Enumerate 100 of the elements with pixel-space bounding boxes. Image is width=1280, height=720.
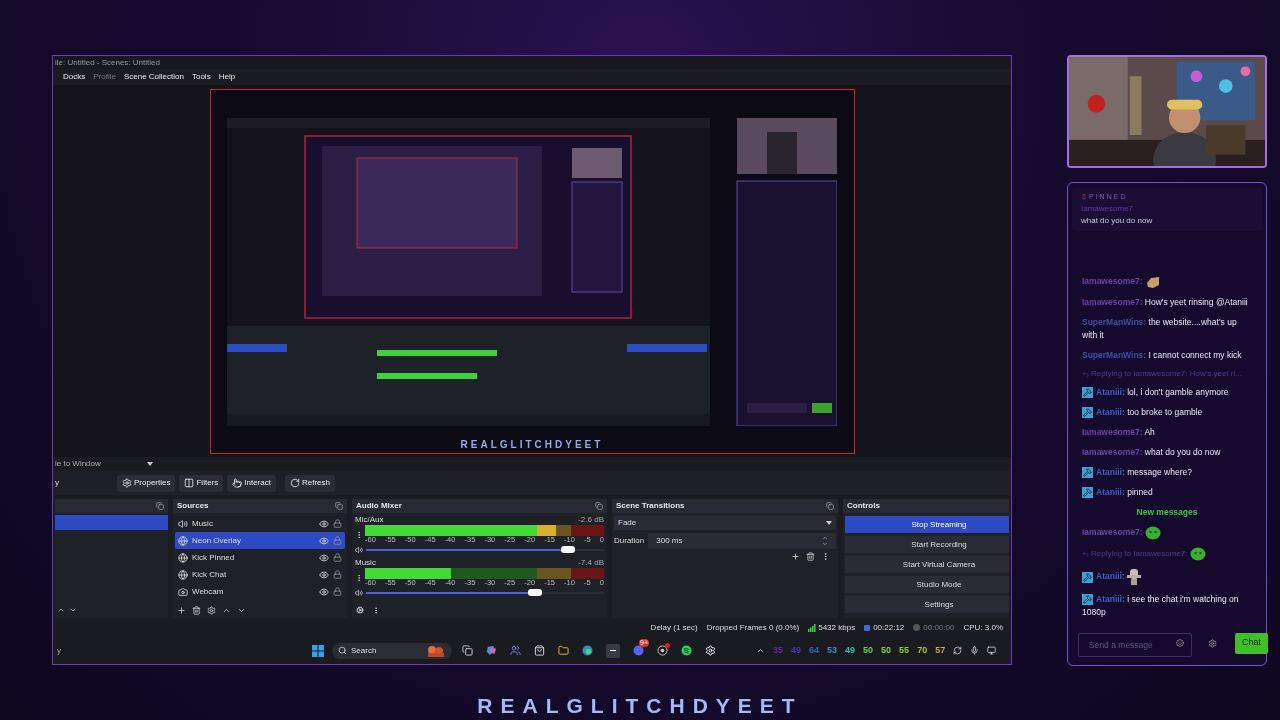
chat-message: SuperManWins: the website....what's up with it (1082, 317, 1237, 340)
scale-mode-dropdown[interactable]: le to Window (55, 458, 101, 470)
visibility-icon[interactable] (319, 586, 329, 597)
reply-line: Replying to Iamawesome7: (1091, 549, 1188, 559)
chevron-up-icon[interactable] (756, 646, 765, 655)
slider-thumb[interactable] (561, 546, 576, 553)
music-app-icon[interactable] (681, 645, 692, 656)
settings-icon (122, 478, 132, 488)
slider-thumb[interactable] (527, 589, 542, 596)
volume-slider[interactable] (366, 545, 604, 554)
toolbar-button[interactable]: Properties (117, 474, 176, 492)
tray-reading: 49 (791, 643, 802, 657)
duration-field[interactable]: 300 ms (648, 533, 836, 549)
menu-item[interactable]: Scene Collection (123, 71, 184, 83)
taskbar-search-field[interactable]: Search (332, 642, 452, 659)
chat-app-icon[interactable] (633, 645, 644, 656)
microphone-icon[interactable] (970, 646, 980, 655)
source-row[interactable]: Music (175, 515, 345, 532)
toolbar-button[interactable]: Interact (227, 474, 276, 492)
control-button[interactable]: Stop Streaming (845, 516, 1009, 533)
lock-icon[interactable] (333, 570, 342, 579)
control-button[interactable]: Start Recording (845, 536, 1009, 553)
source-row[interactable]: Webcam (175, 583, 345, 600)
taskbar-label: y (57, 644, 62, 657)
windows-logo-icon[interactable] (312, 644, 324, 657)
more-icon[interactable] (355, 529, 363, 540)
recorder-app-icon[interactable] (657, 645, 668, 656)
emote-icon (1189, 547, 1206, 561)
source-row[interactable]: Neon Overlay (175, 532, 345, 549)
chat-message: Ataniii: i see the chat i'm watching on 1080p (1082, 594, 1239, 617)
decrement-icon[interactable] (822, 541, 828, 547)
chat-send-button[interactable]: Chat (1235, 632, 1268, 654)
lock-icon[interactable] (333, 587, 342, 596)
people-icon[interactable] (510, 645, 521, 656)
trash-icon[interactable] (192, 605, 201, 615)
tray-reading: 49 (845, 643, 856, 657)
more-icon[interactable] (372, 605, 380, 615)
sync-icon[interactable] (953, 646, 963, 655)
visibility-icon[interactable] (319, 518, 329, 529)
delay-label: Delay (1 sec) (650, 621, 698, 634)
source-name: Kick Pinned (192, 551, 236, 564)
lock-icon[interactable] (333, 519, 342, 528)
source-name: Kick Chat (192, 568, 228, 581)
increment-icon[interactable] (822, 535, 828, 541)
menu-item[interactable]: Help (218, 71, 236, 83)
visibility-icon[interactable] (319, 535, 329, 546)
browser-logo-icon[interactable] (582, 645, 593, 656)
menu-item[interactable]: Tools (191, 71, 211, 83)
control-button[interactable]: Studio Mode (845, 576, 1009, 593)
chat-username: Ataniii: (1096, 571, 1125, 582)
trash-icon[interactable] (806, 552, 815, 561)
task-view-icon[interactable] (462, 645, 473, 656)
source-name: Neon Overlay (192, 534, 242, 547)
monitor-icon[interactable] (987, 646, 997, 655)
more-icon[interactable] (355, 572, 363, 583)
source-name: Webcam (192, 585, 225, 598)
channel-name: Mic/Aux (355, 514, 384, 526)
shopping-bag-icon[interactable] (534, 645, 545, 656)
source-row[interactable]: Kick Pinned (175, 549, 345, 566)
gear-icon[interactable] (705, 645, 716, 656)
chat-message: SuperManWins: I cannot connect my kick (1082, 350, 1242, 360)
brand-title: REALGLITCHDYEET (477, 693, 803, 719)
transition-dropdown[interactable]: Fade (614, 516, 836, 530)
channel-reading: -7.4 dB (578, 557, 604, 569)
folder-icon[interactable] (558, 645, 569, 656)
control-button[interactable]: Start Virtual Camera (845, 556, 1009, 573)
undock-icon (156, 502, 164, 510)
emote-icon (1144, 526, 1161, 540)
toolbar-button[interactable]: Filters (179, 474, 224, 492)
stream-time: 00:22:12 (873, 621, 905, 634)
toolbar-button[interactable]: Refresh (284, 474, 335, 492)
message-input[interactable]: Send a message (1078, 633, 1192, 657)
swirl-logo-icon[interactable] (486, 645, 497, 656)
camera-icon (178, 586, 188, 597)
pinned-text: what do you do now (1081, 214, 1154, 227)
lock-icon[interactable] (333, 553, 342, 562)
add-icon[interactable] (791, 552, 800, 561)
move-down-icon[interactable] (69, 606, 77, 614)
volume-slider[interactable] (366, 588, 604, 597)
globe-icon (178, 569, 188, 580)
recording-icon (913, 624, 921, 631)
context-label: y (55, 477, 60, 489)
control-button[interactable]: Settings (845, 596, 1009, 613)
add-icon[interactable] (177, 605, 186, 615)
source-row[interactable]: Kick Chat (175, 566, 345, 583)
speaker-icon[interactable] (355, 588, 363, 597)
emote-icon (1144, 275, 1161, 289)
move-up-icon[interactable] (57, 606, 65, 614)
visibility-icon[interactable] (319, 569, 329, 580)
tray-reading: 35 (773, 643, 783, 657)
more-icon[interactable] (821, 552, 830, 561)
caret-icon (146, 462, 153, 466)
menu-item[interactable]: Docks (63, 71, 86, 83)
emoji-icon[interactable] (1176, 639, 1184, 647)
speaker-icon[interactable] (355, 545, 363, 554)
settings-icon[interactable] (1208, 638, 1217, 648)
advanced-settings-icon[interactable] (356, 606, 364, 614)
globe-icon (178, 535, 188, 546)
visibility-icon[interactable] (319, 552, 329, 563)
reply-icon (1082, 370, 1089, 378)
